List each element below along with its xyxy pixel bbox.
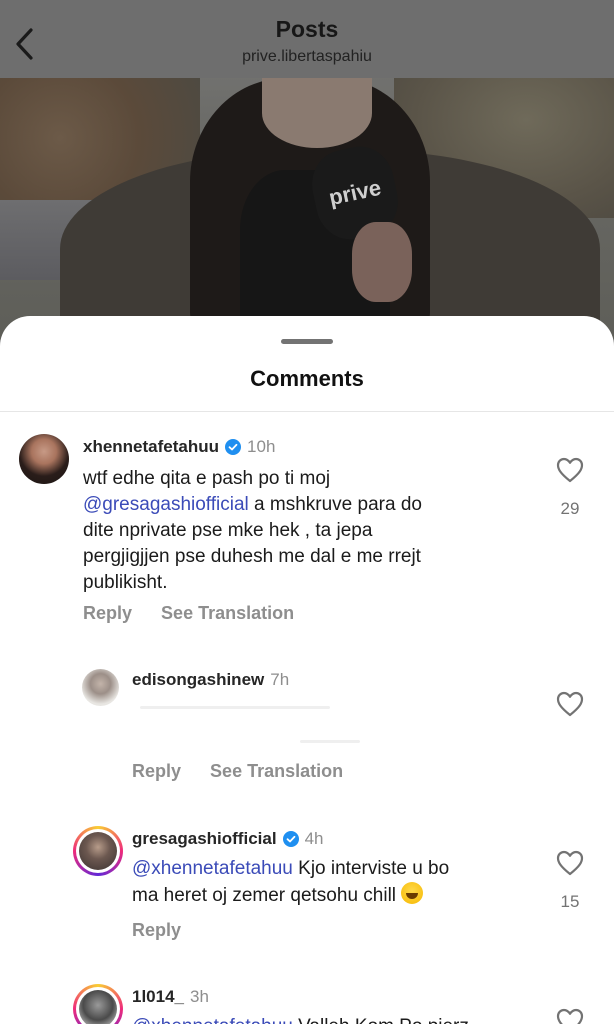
comment-text-line: Kjo interviste u bo — [292, 858, 450, 879]
heart-icon — [556, 1008, 584, 1024]
avatar — [79, 832, 117, 870]
hidden-comment-text — [140, 706, 330, 709]
comment-username[interactable]: gresagashiofficial — [132, 829, 277, 849]
like-button[interactable] — [556, 850, 584, 876]
avatar[interactable] — [19, 434, 69, 484]
reply-button[interactable]: Reply — [132, 920, 181, 940]
heart-icon — [556, 850, 584, 876]
comment-text-line: publikisht. — [83, 572, 168, 593]
mic-brand: prive — [326, 174, 384, 211]
reply-button[interactable]: Reply — [132, 761, 181, 781]
heart-icon — [556, 691, 584, 717]
like-button[interactable] — [556, 1008, 584, 1024]
comment-text-line: dite nprivate pse mke hek , ta jepa — [83, 520, 373, 541]
comment-text-line: pergjigjjen pse duhesh me dal e me rrejt — [83, 546, 421, 567]
sheet-title: Comments — [250, 366, 364, 391]
sheet-grabber[interactable] — [281, 339, 333, 344]
like-count: 15 — [560, 892, 580, 911]
comment-actions: Reply See Translation — [132, 761, 367, 782]
mention-link[interactable]: @xhennetafetahuu — [132, 858, 293, 879]
top-nav-bar: Posts prive.libertaspahiu — [0, 0, 614, 78]
avatar-story-ring[interactable] — [73, 826, 123, 876]
person-face — [262, 78, 372, 148]
see-translation-button[interactable]: See Translation — [161, 603, 294, 623]
comments-sheet: Comments xhennetafetahuu 10h wtf edhe qi… — [0, 316, 614, 1024]
verified-badge-icon — [225, 439, 242, 455]
page-subtitle[interactable]: prive.libertaspahiu — [0, 48, 614, 66]
mention-link[interactable]: @xhennetafetahuu — [132, 1016, 293, 1024]
comment-text: @xhennetafetahuu Kjo interviste u bo ma … — [132, 856, 512, 909]
comment-time: 4h — [304, 829, 324, 848]
avatar — [79, 990, 117, 1024]
reply-button[interactable]: Reply — [83, 603, 132, 623]
comment-text-line: wtf edhe qita e pash po ti moj — [83, 468, 331, 489]
see-translation-button[interactable]: See Translation — [210, 761, 343, 781]
comment-time: 3h — [190, 987, 209, 1006]
comment-text: @xhennetafetahuu Valleh Kom Po pierz — [132, 1014, 552, 1024]
comment-time: 7h — [270, 670, 290, 689]
comment-text-line: a mshkruve para do — [248, 494, 422, 515]
comment-text: wtf edhe qita e pash po ti moj @gresagas… — [83, 466, 513, 596]
comment-time: 10h — [247, 437, 276, 456]
comment-text-line: Valleh Kom Po pierz — [293, 1016, 469, 1024]
hidden-comment-text — [300, 740, 360, 743]
comment-text-line: ma heret oj zemer qetsohu chill — [132, 885, 397, 906]
heart-icon — [556, 457, 584, 483]
comment-username[interactable]: edisongashinew — [132, 670, 264, 690]
avatar-story-ring[interactable] — [73, 984, 123, 1024]
like-button[interactable] — [556, 457, 584, 483]
page-title: Posts — [275, 16, 339, 42]
comment-actions: Reply — [132, 920, 205, 941]
verified-badge-icon — [282, 831, 299, 847]
avatar[interactable] — [82, 669, 119, 706]
comment-username[interactable]: xhennetafetahuu — [83, 437, 219, 457]
like-count: 29 — [560, 499, 580, 518]
laughing-emoji-icon — [401, 882, 424, 904]
divider — [0, 411, 614, 412]
person-hand — [352, 222, 412, 302]
like-button[interactable] — [556, 691, 584, 717]
comment-actions: Reply See Translation — [83, 603, 318, 624]
comment-username[interactable]: 1l014_ — [132, 987, 184, 1007]
mention-link[interactable]: @gresagashiofficial — [83, 494, 249, 515]
